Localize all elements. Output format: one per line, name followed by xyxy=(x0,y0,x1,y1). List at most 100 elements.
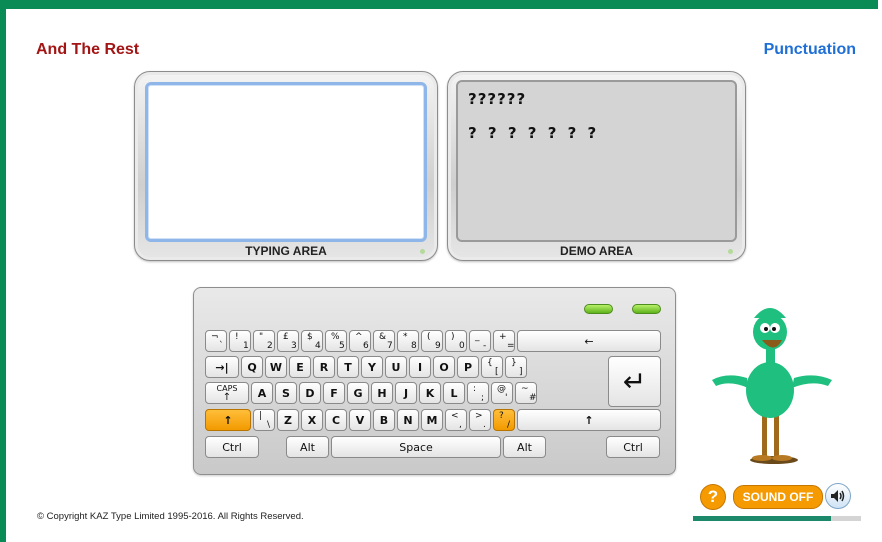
space-key[interactable]: Space xyxy=(331,436,501,458)
key-m[interactable]: M xyxy=(421,409,443,431)
key-punct-row4-0[interactable]: <, xyxy=(445,409,467,431)
right-ctrl-key-label: Ctrl xyxy=(623,440,643,454)
key-q[interactable]: Q xyxy=(241,356,263,378)
key-row1-11-label: - xyxy=(483,341,487,351)
key-u-label: U xyxy=(391,360,401,374)
key-row1-9-shift-label: ( xyxy=(427,332,431,342)
key-g[interactable]: G xyxy=(347,382,369,404)
left-alt-key[interactable]: Alt xyxy=(286,436,329,458)
key-h[interactable]: H xyxy=(371,382,393,404)
demo-line-1: ?????? xyxy=(468,90,527,108)
key-row1-0[interactable]: ¬ ` xyxy=(205,330,227,352)
key-row1-9[interactable]: (9 xyxy=(421,330,443,352)
enter-key[interactable]: ↵ xyxy=(608,356,661,407)
key-row1-10-label: 0 xyxy=(459,341,465,351)
key-row1-7[interactable]: & 7 xyxy=(373,330,395,352)
sound-toggle-button[interactable]: SOUND OFF xyxy=(733,485,823,509)
key-r-label: R xyxy=(319,360,329,374)
key-x[interactable]: X xyxy=(301,409,323,431)
key-backslash-shift-label: | xyxy=(259,411,263,421)
left-ctrl-key[interactable]: Ctrl xyxy=(205,436,259,458)
key-n-label: N xyxy=(403,413,413,427)
right-alt-key[interactable]: Alt xyxy=(503,436,546,458)
key-row1-11-shift-label: _ xyxy=(475,332,480,342)
key-p-label: P xyxy=(463,360,473,374)
key-backslash-label: \ xyxy=(267,420,271,430)
key-punct-0[interactable]: :; xyxy=(467,382,489,404)
key-row1-4[interactable]: $4 xyxy=(301,330,323,352)
key-j[interactable]: J xyxy=(395,382,417,404)
right-ctrl-key[interactable]: Ctrl xyxy=(606,436,660,458)
key-t[interactable]: T xyxy=(337,356,359,378)
key-row1-3-shift-label: £ xyxy=(283,332,289,342)
key-row1-5-label: 5 xyxy=(339,341,345,351)
progress-fill xyxy=(693,516,831,521)
key-bracket-0-label: [ xyxy=(495,367,499,377)
key-row1-11[interactable]: _ - xyxy=(469,330,491,352)
key-f[interactable]: F xyxy=(323,382,345,404)
backspace-key[interactable]: ← xyxy=(517,330,661,352)
key-c[interactable]: C xyxy=(325,409,347,431)
key-z[interactable]: Z xyxy=(277,409,299,431)
space-key-label: Space xyxy=(399,440,433,454)
key-row1-8[interactable]: * 8 xyxy=(397,330,419,352)
key-q-label: Q xyxy=(247,360,257,374)
key-a[interactable]: A xyxy=(251,382,273,404)
key-punct-1[interactable]: @ ' xyxy=(491,382,513,404)
caps-lock-key[interactable]: CAPS ↑ xyxy=(205,382,249,404)
key-row1-6[interactable]: ^ 6 xyxy=(349,330,371,352)
key-e-label: E xyxy=(296,360,304,374)
key-punct-row4-2[interactable]: ? / xyxy=(493,409,515,431)
key-row1-3[interactable]: £3 xyxy=(277,330,299,352)
key-v[interactable]: V xyxy=(349,409,371,431)
key-k[interactable]: K xyxy=(419,382,441,404)
key-d-label: D xyxy=(305,386,315,400)
key-l[interactable]: L xyxy=(443,382,465,404)
key-punct-row4-1[interactable]: >. xyxy=(469,409,491,431)
key-row1-2[interactable]: " 2 xyxy=(253,330,275,352)
key-d[interactable]: D xyxy=(299,382,321,404)
key-u[interactable]: U xyxy=(385,356,407,378)
right-alt-key-label: Alt xyxy=(517,440,532,454)
copyright-text: © Copyright KAZ Type Limited 1995-2016. … xyxy=(37,511,304,522)
key-b[interactable]: B xyxy=(373,409,395,431)
key-r[interactable]: R xyxy=(313,356,335,378)
key-row1-10-shift-label: ) xyxy=(451,332,455,342)
right-shift-key[interactable]: ↑ xyxy=(517,409,661,431)
key-bracket-0[interactable]: {[ xyxy=(481,356,503,378)
key-w[interactable]: W xyxy=(265,356,287,378)
key-punct-2-label: # xyxy=(529,393,537,403)
key-p[interactable]: P xyxy=(457,356,479,378)
right-shift-key-label: ↑ xyxy=(584,413,594,427)
resize-handle-icon xyxy=(728,249,733,254)
key-punct-row4-2-label: / xyxy=(507,420,511,430)
key-o[interactable]: O xyxy=(433,356,455,378)
key-row1-5[interactable]: % 5 xyxy=(325,330,347,352)
key-punct-2-shift-label: ~ xyxy=(521,384,529,394)
key-row1-0-label: ` xyxy=(219,341,224,351)
key-row1-1[interactable]: ! 1 xyxy=(229,330,251,352)
speaker-icon[interactable] xyxy=(825,483,851,509)
caps-lock-label: CAPS ↑ xyxy=(217,384,238,403)
help-button[interactable]: ? xyxy=(700,484,726,510)
key-punct-2[interactable]: ~ # xyxy=(515,382,537,404)
key-bracket-1[interactable]: }] xyxy=(505,356,527,378)
key-row1-9-label: 9 xyxy=(435,341,441,351)
key-row1-6-label: 6 xyxy=(363,341,369,351)
section-title: Punctuation xyxy=(763,41,856,58)
key-s[interactable]: S xyxy=(275,382,297,404)
key-row1-10[interactable]: ) 0 xyxy=(445,330,467,352)
key-row1-12[interactable]: + = xyxy=(493,330,515,352)
key-backslash[interactable]: | \ xyxy=(253,409,275,431)
key-e[interactable]: E xyxy=(289,356,311,378)
typing-area-input[interactable] xyxy=(145,82,427,242)
left-shift-key[interactable]: ↑ xyxy=(205,409,251,431)
tab-key[interactable]: →| xyxy=(205,356,239,378)
key-y[interactable]: Y xyxy=(361,356,383,378)
key-n[interactable]: N xyxy=(397,409,419,431)
key-row1-12-shift-label: + xyxy=(499,332,507,342)
lesson-title: And The Rest xyxy=(36,41,140,58)
key-i[interactable]: I xyxy=(409,356,431,378)
resize-handle-icon xyxy=(420,249,425,254)
key-punct-row4-2-shift-label: ? xyxy=(499,411,504,421)
